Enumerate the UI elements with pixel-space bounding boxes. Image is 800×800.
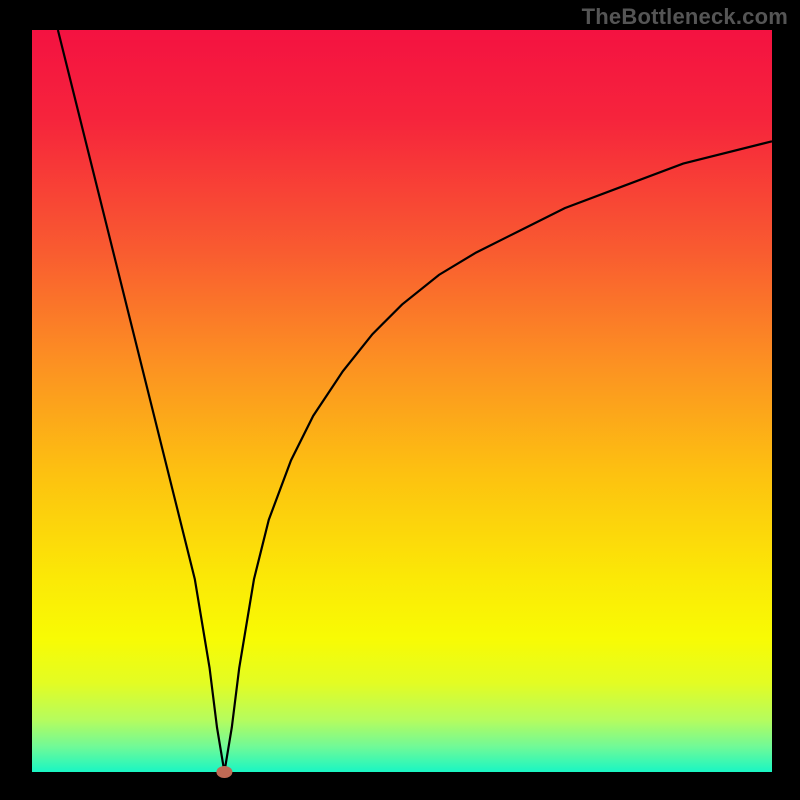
minimum-marker — [216, 766, 232, 778]
bottleneck-chart — [0, 0, 800, 800]
watermark-text: TheBottleneck.com — [582, 4, 788, 30]
chart-container: TheBottleneck.com — [0, 0, 800, 800]
plot-area — [32, 30, 772, 772]
